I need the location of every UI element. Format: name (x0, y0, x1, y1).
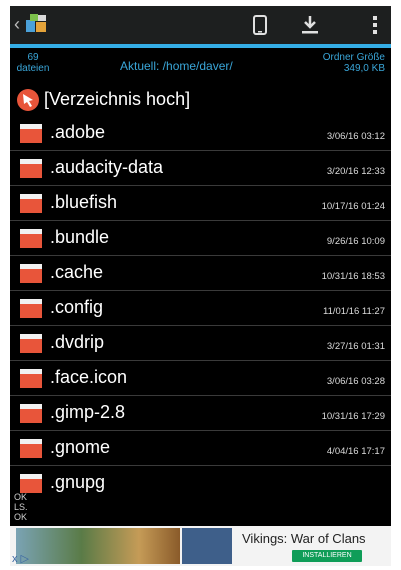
folder-row[interactable]: .config 11/01/16 11:27 (10, 291, 391, 326)
folder-name: .gnome (50, 437, 111, 457)
folder-name: .bluefish (50, 192, 118, 212)
folder-size-value: 349,0 KB (343, 63, 385, 74)
parent-folder-icon (16, 88, 40, 112)
folder-date: 9/26/16 10:09 (326, 236, 385, 247)
folder-icon (18, 367, 44, 389)
device-icon[interactable] (245, 12, 275, 38)
status-line: LS. (14, 502, 28, 512)
folder-row[interactable]: .gnupg (10, 466, 391, 496)
info-bar: 69 dateien Aktuell: /home/daver/ Ordner … (10, 48, 391, 84)
ad-image[interactable] (16, 528, 180, 564)
folder-date: 3/20/16 12:33 (326, 166, 385, 177)
folder-name: .config (50, 297, 104, 317)
folder-row[interactable]: .audacity-data 3/20/16 12:33 (10, 151, 391, 186)
folder-row[interactable]: .bundle 9/26/16 10:09 (10, 221, 391, 256)
folder-row[interactable]: .cache 10/31/16 18:53 (10, 256, 391, 291)
folder-name: .gimp-2.8 (50, 402, 126, 422)
back-chevron-icon[interactable]: ‹ (14, 14, 20, 34)
folder-date: 10/31/16 18:53 (321, 271, 385, 282)
overflow-menu-icon[interactable] (360, 12, 390, 38)
folder-icon (18, 472, 44, 494)
folder-name: .cache (50, 262, 104, 282)
folder-name: .face.icon (50, 367, 128, 387)
folder-icon (18, 262, 44, 284)
folder-icon (18, 297, 44, 319)
folder-icon (18, 332, 44, 354)
ad-app-icon[interactable] (182, 528, 232, 564)
folder-date: 3/06/16 03:12 (326, 131, 385, 142)
folder-date: 3/06/16 03:28 (326, 376, 385, 387)
folder-icon (18, 192, 44, 214)
folder-icon (18, 437, 44, 459)
file-count-label: dateien (16, 63, 50, 74)
folder-name: .adobe (50, 122, 106, 142)
top-bar: ‹ (10, 6, 391, 44)
ad-title[interactable]: Vikings: War of Clans (242, 531, 366, 546)
ad-banner[interactable]: x ▷ Vikings: War of Clans INSTALLIEREN (10, 526, 391, 566)
folder-name: .gnupg (50, 472, 106, 492)
status-line: OK (14, 492, 28, 502)
folder-icon (18, 157, 44, 179)
parent-directory-row[interactable]: [Verzeichnis hoch] (10, 84, 391, 114)
status-line: OK (14, 512, 28, 522)
folder-size-label: Ordner Größe (322, 52, 385, 63)
folder-row[interactable]: .face.icon 3/06/16 03:28 (10, 361, 391, 396)
download-icon[interactable] (295, 12, 325, 38)
folder-row[interactable]: .gimp-2.8 10/31/16 17:29 (10, 396, 391, 431)
parent-directory-label: [Verzeichnis hoch] (44, 89, 191, 109)
file-count-number: 69 (27, 52, 39, 63)
app-frame: ‹ 69 dateien Aktuell: /home/daver/ Ordne… (10, 6, 391, 566)
folder-date: 3/27/16 01:31 (326, 341, 385, 352)
folder-row[interactable]: .bluefish 10/17/16 01:24 (10, 186, 391, 221)
folder-date: 10/31/16 17:29 (321, 411, 385, 422)
folder-list: .adobe 3/06/16 03:12 .audacity-data 3/20/16… (10, 116, 391, 496)
folder-date: 11/01/16 11:27 (323, 306, 385, 317)
folder-icon (18, 122, 44, 144)
ad-choices-icon[interactable]: x ▷ (12, 552, 29, 565)
folder-size: Ordner Größe 349,0 KB (315, 52, 385, 74)
folder-icon (18, 227, 44, 249)
app-logo-icon[interactable] (24, 12, 50, 36)
status-log: OK LS. OK (14, 492, 28, 522)
folder-name: .dvdrip (50, 332, 105, 352)
folder-row[interactable]: .gnome 4/04/16 17:17 (10, 431, 391, 466)
folder-row[interactable]: .dvdrip 3/27/16 01:31 (10, 326, 391, 361)
folder-date: 10/17/16 01:24 (321, 201, 385, 212)
current-path: Aktuell: /home/daver/ (120, 59, 233, 73)
folder-name: .audacity-data (50, 157, 164, 177)
folder-icon (18, 402, 44, 424)
ad-install-button[interactable]: INSTALLIEREN (292, 550, 362, 562)
file-count: 69 dateien (16, 52, 50, 74)
folder-row[interactable]: .adobe 3/06/16 03:12 (10, 116, 391, 151)
folder-name: .bundle (50, 227, 110, 247)
folder-date: 4/04/16 17:17 (326, 446, 385, 457)
